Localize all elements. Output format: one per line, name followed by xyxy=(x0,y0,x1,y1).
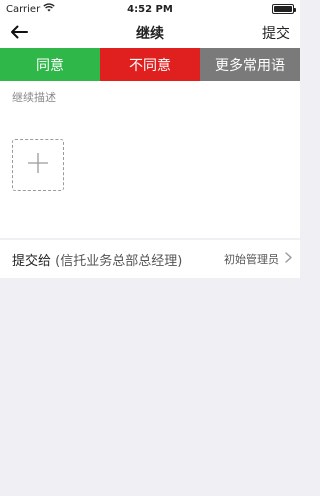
status-time: 4:52 PM xyxy=(127,3,173,15)
description-area xyxy=(0,81,300,238)
plus-icon xyxy=(27,152,49,178)
submit-to-value-group: 初始管理员 xyxy=(224,251,292,267)
chevron-right-icon xyxy=(285,252,292,266)
description-input[interactable] xyxy=(12,91,288,104)
page-title: 继续 xyxy=(136,26,164,42)
submit-to-label: 提交给 xyxy=(12,253,52,269)
status-bar: Carrier 4:52 PM xyxy=(0,0,300,18)
disagree-button[interactable]: 不同意 xyxy=(100,48,200,81)
quick-action-bar: 同意 不同意 更多常用语 xyxy=(0,48,300,81)
nav-bar: 继续 提交 xyxy=(0,18,300,48)
submit-to-role: (信托业务总部总经理) xyxy=(55,253,183,269)
more-phrases-button[interactable]: 更多常用语 xyxy=(200,48,300,81)
add-attachment-button[interactable] xyxy=(12,139,64,191)
battery-icon xyxy=(272,4,296,14)
submit-button[interactable]: 提交 xyxy=(262,23,290,43)
arrow-left-icon xyxy=(10,24,28,43)
back-button[interactable] xyxy=(10,21,34,45)
agree-button[interactable]: 同意 xyxy=(0,48,100,81)
submit-to-row[interactable]: 提交给 (信托业务总部总经理) 初始管理员 xyxy=(0,240,300,278)
submit-to-label-group: 提交给 (信托业务总部总经理) xyxy=(12,250,182,269)
assignee-name: 初始管理员 xyxy=(224,253,279,266)
